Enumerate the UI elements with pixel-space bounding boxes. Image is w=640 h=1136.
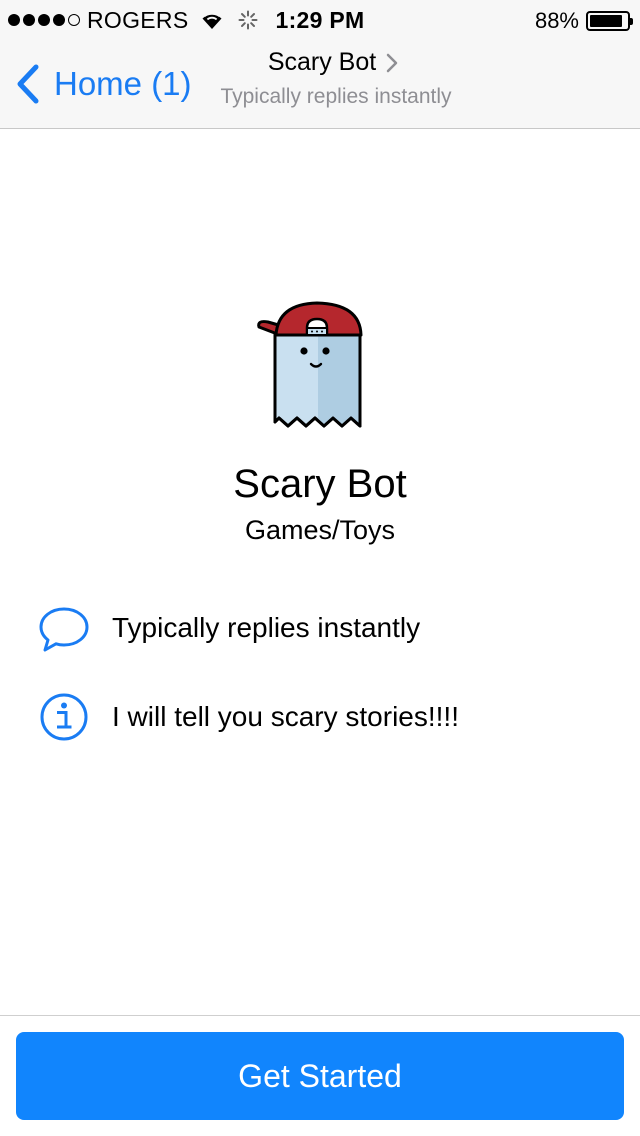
navigation-bar: Home (1) Scary Bot Typically replies ins… — [0, 40, 640, 129]
status-bar: ROGERS 1:29 PM 88% — [0, 0, 640, 40]
get-started-button[interactable]: Get Started — [16, 1032, 624, 1120]
chat-bubble-icon — [39, 607, 89, 652]
battery-fill — [590, 15, 622, 27]
bot-profile-screen: ROGERS 1:29 PM 88% Home (1) Scary Bot Ty… — [0, 0, 640, 1136]
status-right: 88% — [534, 8, 633, 34]
bot-category: Games/Toys — [244, 515, 396, 545]
conversation-title[interactable]: Scary Bot Typically replies instantly — [0, 48, 640, 109]
footer-divider — [0, 1015, 640, 1016]
bot-name: Scary Bot — [233, 462, 407, 506]
nav-title: Scary Bot — [267, 48, 377, 76]
chevron-right-icon — [386, 53, 398, 72]
title-row: Scary Bot — [268, 48, 398, 77]
battery-nub — [630, 18, 633, 25]
bot-description-text: I will tell you scary stories!!!! — [112, 701, 459, 732]
battery-percentage: 88% — [534, 8, 579, 33]
response-time-text: Typically replies instantly — [112, 612, 421, 643]
nav-subtitle: Typically replies instantly — [220, 85, 452, 108]
info-icon — [40, 693, 88, 741]
ghost-with-cap-icon — [257, 301, 363, 428]
response-time-row: Typically replies instantly — [36, 600, 420, 656]
bot-description-row: I will tell you scary stories!!!! — [36, 689, 459, 745]
battery-icon — [586, 11, 633, 31]
